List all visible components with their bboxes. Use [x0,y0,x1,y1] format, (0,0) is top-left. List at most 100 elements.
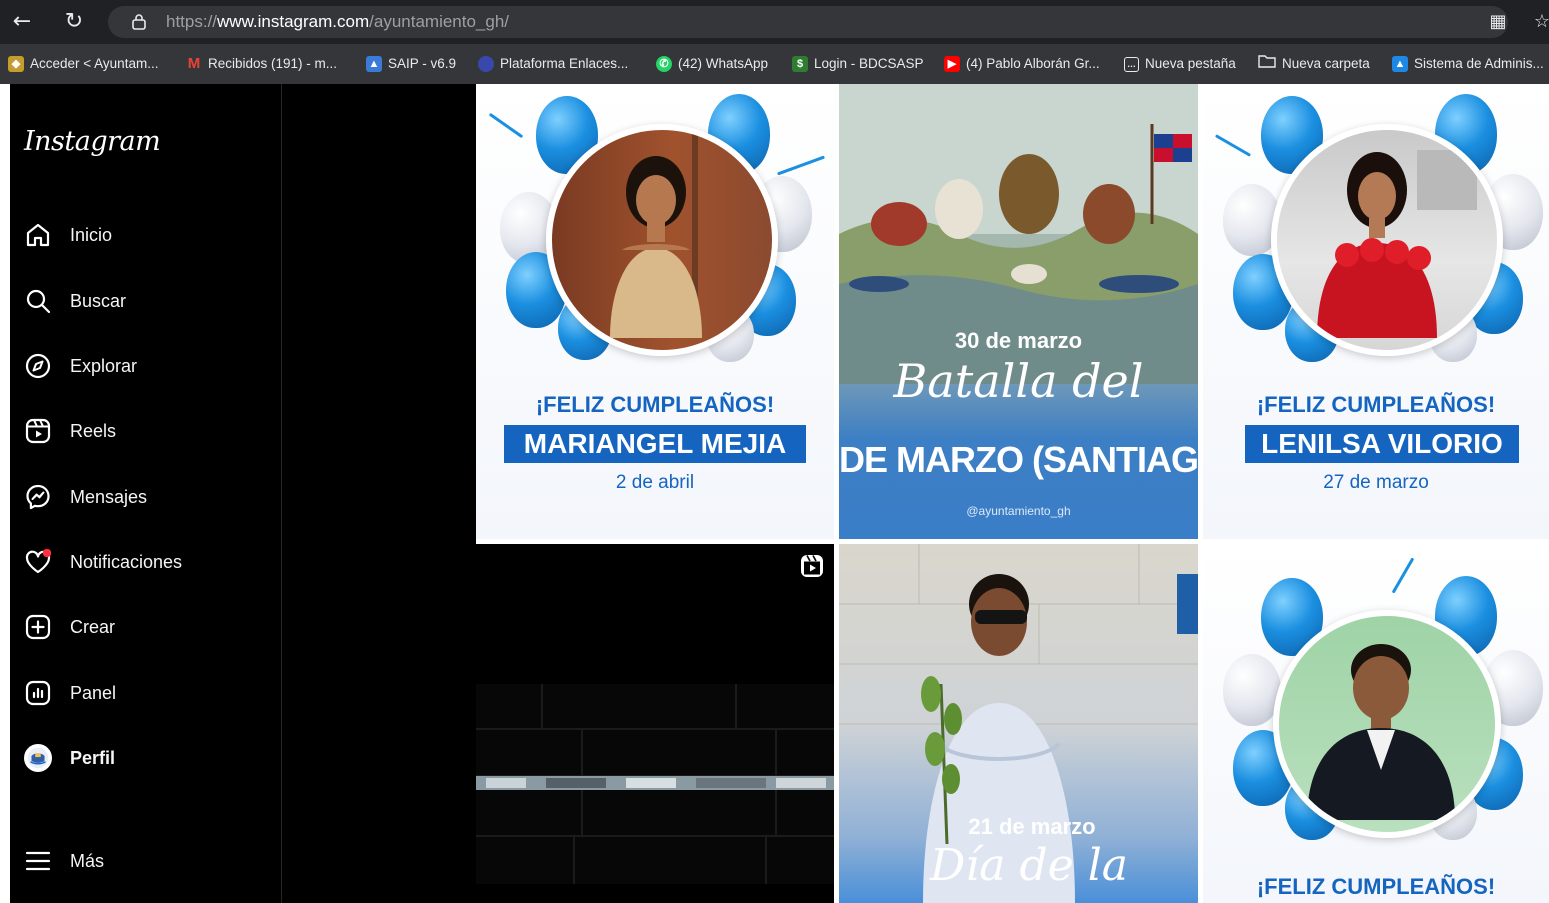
instagram-logo[interactable]: Instagram [24,126,161,157]
nav-label: Perfil [70,747,116,768]
nav-label: Más [70,850,105,871]
back-arrow-icon[interactable]: ← [8,8,36,36]
folder-icon [1258,44,1276,84]
nav-label: Panel [70,682,117,703]
nav-inicio[interactable]: Inicio [10,211,282,259]
reels-icon [24,417,52,445]
profile-photo [1273,610,1501,838]
post-tile[interactable]: 21 de marzo Día de la [839,544,1198,903]
avatar [24,744,52,772]
site-icon: ▲ [1392,56,1408,72]
streamer-decoration [488,112,524,139]
whatsapp-icon: ✆ [656,56,672,72]
post-script-title: Batalla del [893,354,1144,408]
nav-mas[interactable]: Más [10,837,282,885]
gmail-icon: M [187,55,201,72]
chart-icon [24,679,52,707]
nav-buscar[interactable]: Buscar [10,277,282,325]
bookmark-item[interactable]: ▲ SAIP - v6.9 [366,44,456,84]
nav-label: Explorar [70,355,138,376]
page-left-margin [0,84,10,903]
streamer-decoration [1214,134,1252,157]
instagram-sidebar: Instagram Inicio Buscar Explorar Reels M… [10,84,282,903]
post-banner-text: DE MARZO (SANTIAGO,184 [839,439,1198,480]
profile-photo [1271,124,1503,356]
nav-panel[interactable]: Panel [10,669,282,717]
star-icon[interactable]: ☆ [1528,8,1549,36]
date-text: 27 de marzo [1323,472,1429,493]
bookmark-label: Recibidos (191) - m... [208,56,338,71]
bookmark-label: Login - BDCSASP [814,56,924,71]
nav-label: Inicio [70,224,113,245]
home-icon [24,221,52,249]
post-tile[interactable]: ¡FELIZ CUMPLEAÑOS! MARIANGEL MEJIA 2 de … [476,84,834,539]
bookmark-item[interactable]: M Recibidos (191) - m... [186,44,337,84]
bookmark-item[interactable]: ◆ Acceder < Ayuntam... [8,44,158,84]
bookmark-label: Plataforma Enlaces... [500,56,629,71]
search-icon [24,287,52,315]
post-tile[interactable] [476,544,834,903]
nav-label: Notificaciones [70,551,183,572]
heart-icon [24,548,52,576]
browser-toolbar: ← ↻ https://www.instagram.com/ayuntamien… [0,0,1549,44]
nav-label: Buscar [70,290,127,311]
bookmark-label: Nueva pestaña [1145,56,1236,71]
post-tile[interactable]: ¡FELIZ CUMPLEAÑOS! [1203,544,1549,903]
post-tile[interactable]: 30 de marzo Batalla del DE MARZO (SANTIA… [839,84,1198,539]
profile-photo [546,124,778,356]
youtube-icon: ▶ [944,56,960,72]
greeting-text: ¡FELIZ CUMPLEAÑOS! [535,392,775,417]
greeting-text: ¡FELIZ CUMPLEAÑOS! [1256,392,1496,417]
account-handle: @ayuntamiento_gh [966,504,1071,518]
url-text[interactable]: https://www.instagram.com/ayuntamiento_g… [166,6,509,38]
bookmark-item[interactable]: ▲ Sistema de Adminis... [1392,44,1544,84]
site-icon: ◆ [8,56,24,72]
nav-perfil[interactable]: Perfil [10,734,282,782]
nav-explorar[interactable]: Explorar [10,342,282,390]
nav-crear[interactable]: Crear [10,603,282,651]
tab-icon: … [1124,56,1139,72]
bookmark-item[interactable]: Nueva carpeta [1258,44,1370,84]
nav-label: Crear [70,616,116,637]
post-script-title: Día de la [929,840,1129,891]
nav-label: Mensajes [70,486,148,507]
streamer-decoration [776,155,826,176]
content-gutter [282,84,476,903]
bookmark-label: (42) WhatsApp [678,56,769,71]
bookmark-label: SAIP - v6.9 [388,56,457,71]
post-date-heading: 30 de marzo [954,328,1083,353]
streamer-decoration [1391,557,1415,594]
bookmark-label: (4) Pablo Alborán Gr... [966,56,1100,71]
reel-thumbnail [476,684,834,884]
bookmark-label: Sistema de Adminis... [1414,56,1544,71]
bookmark-item[interactable]: … Nueva pestaña [1124,44,1236,84]
post-tile[interactable]: ¡FELIZ CUMPLEAÑOS! LENILSA VILORIO 27 de… [1203,84,1549,539]
compass-icon [24,352,52,380]
name-banner: MARIANGEL MEJIA [504,425,806,463]
nav-label: Reels [70,420,117,441]
address-bar[interactable]: https://www.instagram.com/ayuntamiento_g… [108,6,1508,38]
bookmark-item[interactable]: $ Login - BDCSASP [792,44,924,84]
bookmark-item[interactable]: Plataforma Enlaces... [478,44,628,84]
site-icon: $ [792,56,808,72]
site-icon [478,56,494,72]
reload-icon[interactable]: ↻ [60,8,88,36]
bookmark-item[interactable]: ▶ (4) Pablo Alborán Gr... [944,44,1100,84]
post-date-heading: 21 de marzo [968,814,1096,839]
plus-square-icon [24,613,52,641]
messenger-icon [24,483,52,511]
bookmarks-bar: ◆ Acceder < Ayuntam... M Recibidos (191) -… [0,44,1549,84]
nav-mensajes[interactable]: Mensajes [10,473,282,521]
name-banner: LENILSA VILORIO [1245,425,1519,463]
lock-icon[interactable] [132,14,146,30]
date-text: 2 de abril [615,472,695,493]
greeting-text: ¡FELIZ CUMPLEAÑOS! [1256,874,1496,899]
menu-icon [24,847,52,875]
site-icon: ▲ [366,56,382,72]
bookmark-label: Nueva carpeta [1282,56,1370,71]
nav-notificaciones[interactable]: Notificaciones [10,538,282,586]
nav-reels[interactable]: Reels [10,407,282,455]
tab-grid-icon[interactable]: ▦ [1484,8,1512,36]
bookmark-item[interactable]: ✆ (42) WhatsApp [656,44,768,84]
bookmark-label: Acceder < Ayuntam... [30,56,159,71]
